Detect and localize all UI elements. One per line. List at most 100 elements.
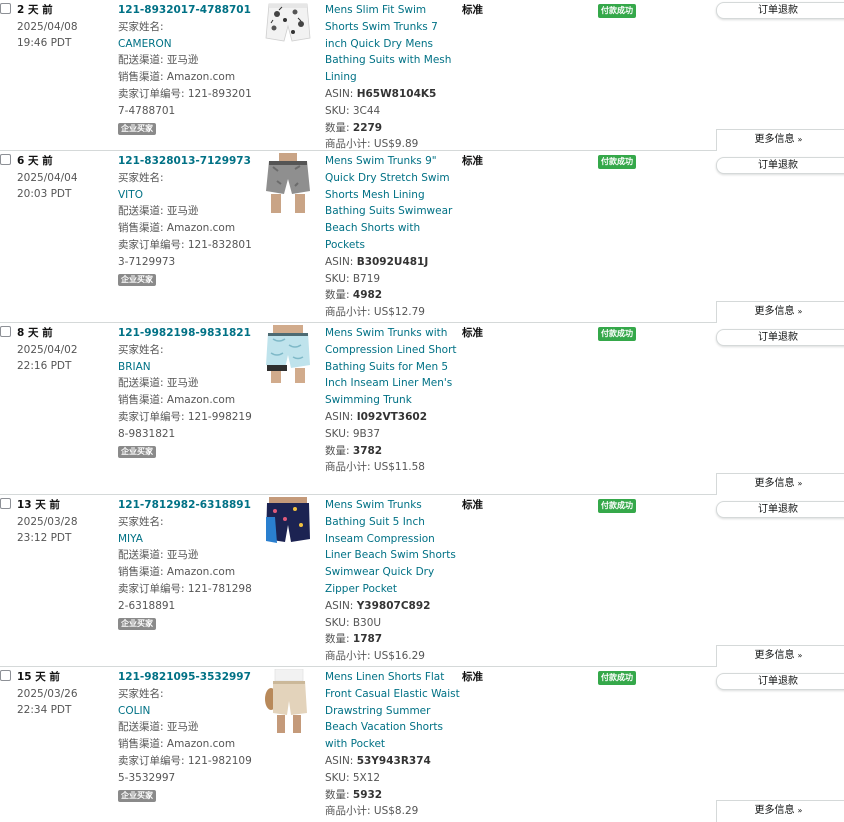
sku-value: 3C44 [352, 104, 381, 117]
quantity-value: 5932 [352, 788, 383, 801]
quantity-field: 数量: 2279 [325, 120, 460, 137]
refund-order-button[interactable]: 订单退款 [716, 329, 844, 346]
sku-label: SKU: [325, 104, 353, 117]
buyer-name-label: 买家姓名: [118, 687, 164, 700]
sku-value: B719 [352, 272, 381, 285]
subtotal-label: 商品小计: [325, 461, 374, 474]
sales-channel-label: 销售渠道: [118, 738, 167, 751]
more-info-button[interactable]: 更多信息» [716, 129, 844, 151]
order-date-column: 13 天 前 2025/03/28 23:12 PDT [17, 497, 112, 547]
product-details: Mens Slim Fit Swim Shorts Swim Trunks 7 … [325, 2, 460, 153]
order-id-link[interactable]: 121-7812982-6318891 [118, 497, 258, 514]
fulfillment-value: 亚马逊 [166, 205, 199, 218]
select-checkbox[interactable] [0, 3, 11, 14]
subtotal-value: US$12.79 [373, 306, 425, 319]
sku-field: SKU: 5X12 [325, 770, 460, 787]
product-title-link[interactable]: Mens Linen Shorts Flat Front Casual Elas… [325, 669, 460, 753]
order-id-link[interactable]: 121-9982198-9831821 [118, 325, 258, 342]
quantity-field: 数量: 1787 [325, 631, 460, 648]
business-buyer-badge: 企业买家 [118, 617, 156, 630]
chevron-down-icon: » [797, 479, 803, 488]
order-time: 23:12 PDT [17, 532, 72, 545]
buyer-name-link[interactable]: VITO [118, 187, 258, 204]
order-age: 2 天 前 [17, 4, 53, 16]
more-info-button[interactable]: 更多信息» [716, 301, 844, 323]
buyer-name-link[interactable]: MIYA [118, 531, 258, 548]
product-title-link[interactable]: Mens Swim Trunks Bathing Suit 5 Inch Ins… [325, 497, 460, 598]
order-time: 19:46 PDT [17, 37, 72, 50]
order-age: 8 天 前 [17, 327, 53, 339]
product-title-link[interactable]: Mens Slim Fit Swim Shorts Swim Trunks 7 … [325, 2, 460, 86]
asin-value: Y39807C892 [356, 599, 431, 612]
order-row: 8 天 前 2025/04/02 22:16 PDT 121-9982198-9… [0, 323, 844, 495]
payment-status-badge: 付款成功 [598, 4, 636, 18]
sku-value: B30U [352, 616, 382, 629]
order-id-link[interactable]: 121-9821095-3532997 [118, 669, 258, 686]
sales-channel-value: Amazon.com [166, 738, 236, 751]
more-info-button[interactable]: 更多信息» [716, 800, 844, 822]
buyer-name-link[interactable]: BRIAN [118, 359, 258, 376]
refund-order-button[interactable]: 订单退款 [716, 2, 844, 19]
refund-order-button[interactable]: 订单退款 [716, 501, 844, 518]
sales-channel: 销售渠道: Amazon.com [118, 564, 258, 581]
product-details: Mens Swim Trunks Bathing Suit 5 Inch Ins… [325, 497, 460, 665]
business-buyer-badge: 企业买家 [118, 789, 156, 802]
seller-order-id: 卖家订单编号: 121-7812982-6318891 [118, 581, 258, 615]
sku-field: SKU: B30U [325, 615, 460, 632]
sales-channel: 销售渠道: Amazon.com [118, 392, 258, 409]
chevron-down-icon: » [797, 806, 803, 815]
asin-value: H65W8104K5 [356, 87, 437, 100]
order-row: 13 天 前 2025/03/28 23:12 PDT 121-7812982-… [0, 495, 844, 667]
order-details-column: 121-8932017-4788701 买家姓名: CAMERON 配送渠道: … [118, 2, 258, 136]
buyer-name-link[interactable]: CAMERON [118, 36, 258, 53]
quantity-label: 数量: [325, 633, 353, 646]
more-info-button[interactable]: 更多信息» [716, 473, 844, 495]
product-image[interactable] [265, 669, 311, 735]
fulfillment-label: 配送渠道: [118, 549, 167, 562]
fulfillment-label: 配送渠道: [118, 54, 167, 67]
seller-order-id-label: 卖家订单编号: [118, 410, 188, 423]
product-details: Mens Swim Trunks with Compression Lined … [325, 325, 460, 476]
sku-field: SKU: 3C44 [325, 103, 460, 120]
subtotal-value: US$16.29 [373, 650, 425, 663]
shipping-service: 标准 [462, 671, 483, 683]
buyer-name-link[interactable]: COLIN [118, 703, 258, 720]
refund-order-button[interactable]: 订单退款 [716, 673, 844, 690]
fulfillment-value: 亚马逊 [166, 54, 199, 67]
sales-channel-label: 销售渠道: [118, 566, 167, 579]
quantity-value: 1787 [352, 633, 383, 646]
sku-label: SKU: [325, 427, 353, 440]
product-title-link[interactable]: Mens Swim Trunks 9" Quick Dry Stretch Sw… [325, 153, 460, 254]
refund-order-button[interactable]: 订单退款 [716, 157, 844, 174]
more-info-label: 更多信息 [754, 478, 795, 489]
select-checkbox[interactable] [0, 154, 11, 165]
fulfillment-value: 亚马逊 [166, 377, 199, 390]
product-title-link[interactable]: Mens Swim Trunks with Compression Lined … [325, 325, 460, 409]
fulfillment-value: 亚马逊 [166, 721, 199, 734]
order-id-link[interactable]: 121-8328013-7129973 [118, 153, 258, 170]
product-image[interactable] [265, 2, 311, 42]
asin-label: ASIN: [325, 599, 357, 612]
order-date-column: 8 天 前 2025/04/02 22:16 PDT [17, 325, 112, 375]
subtotal-label: 商品小计: [325, 805, 374, 818]
order-details-column: 121-7812982-6318891 买家姓名: MIYA 配送渠道: 亚马逊… [118, 497, 258, 631]
select-checkbox[interactable] [0, 670, 11, 681]
subtotal-field: 商品小计: US$12.79 [325, 304, 460, 321]
more-info-button[interactable]: 更多信息» [716, 645, 844, 667]
order-time: 22:34 PDT [17, 704, 72, 717]
select-checkbox[interactable] [0, 326, 11, 337]
product-image[interactable] [265, 153, 311, 213]
asin-field: ASIN: H65W8104K5 [325, 86, 460, 103]
product-image[interactable] [265, 497, 311, 545]
subtotal-label: 商品小计: [325, 650, 374, 663]
quantity-value: 4982 [352, 289, 383, 302]
product-image[interactable] [265, 325, 311, 383]
shipping-service: 标准 [462, 155, 483, 167]
quantity-label: 数量: [325, 289, 353, 302]
select-checkbox[interactable] [0, 498, 11, 509]
order-details-column: 121-9821095-3532997 买家姓名: COLIN 配送渠道: 亚马… [118, 669, 258, 803]
order-id-link[interactable]: 121-8932017-4788701 [118, 2, 258, 19]
seller-order-id: 卖家订单编号: 121-9982198-9831821 [118, 409, 258, 443]
payment-status-badge: 付款成功 [598, 499, 636, 513]
order-age: 6 天 前 [17, 155, 53, 167]
